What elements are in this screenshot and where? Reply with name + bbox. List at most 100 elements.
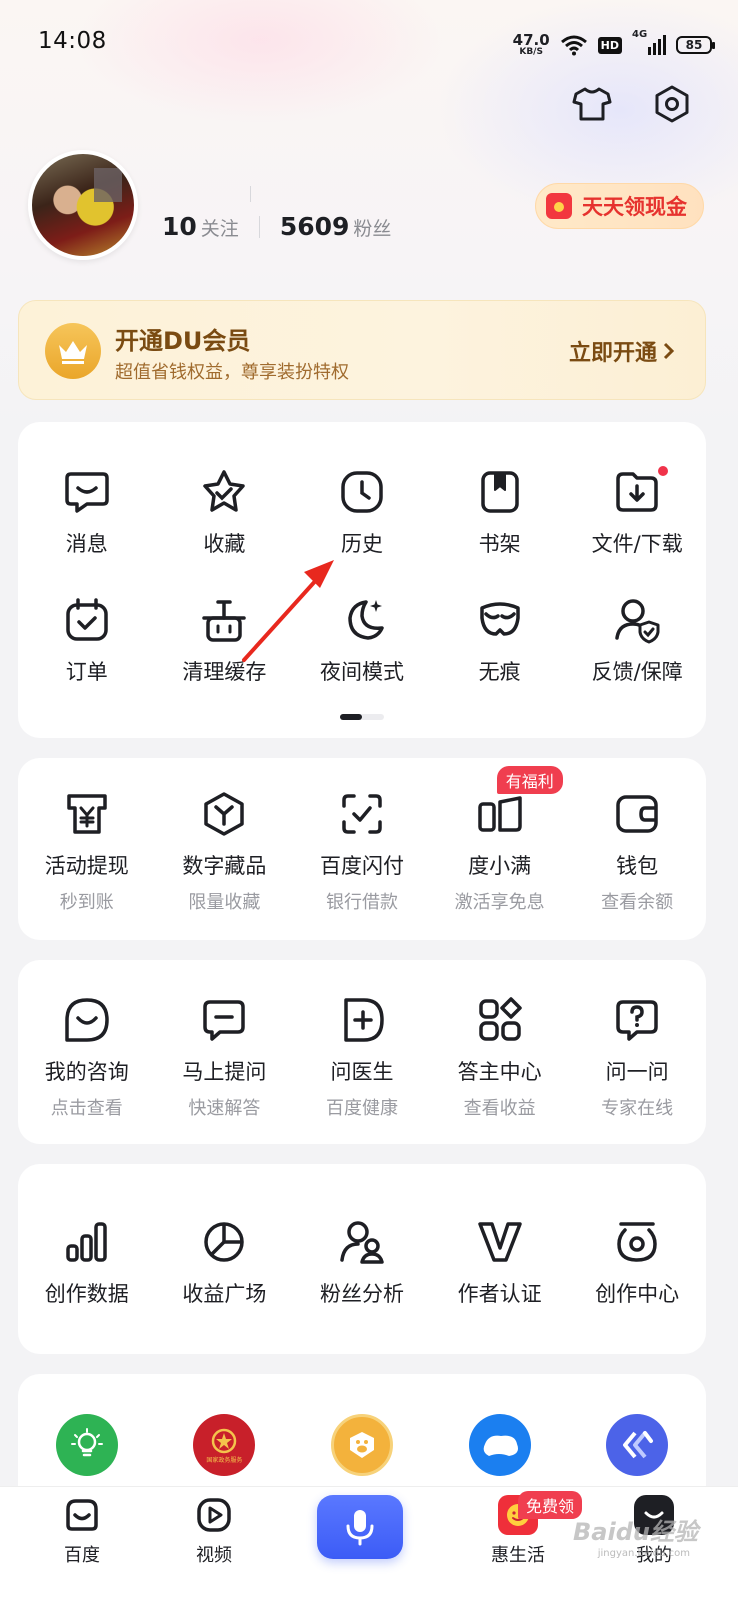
finance-sub: 秒到账 (59, 892, 114, 913)
clock-icon (336, 466, 388, 518)
cloud-logo-icon (468, 1414, 531, 1476)
tool-files-download[interactable]: 文件/下载 (568, 466, 706, 558)
stat-divider (258, 215, 260, 238)
tool-label: 收藏 (203, 532, 246, 556)
finance-digital-collection[interactable]: 数字藏品 限量收藏 (156, 788, 294, 914)
tool-label: 无痕 (478, 660, 521, 684)
chat-smile-icon (61, 994, 113, 1046)
consult-answerer-center[interactable]: 答主中心 查看收益 (431, 994, 569, 1120)
finance-label: 活动提现 (44, 854, 129, 878)
tools-row-2: 订单 清理缓存 夜间模式 无痕 反馈/保障 (18, 594, 706, 686)
creator-fan-analysis[interactable]: 粉丝分析 (293, 1216, 431, 1308)
gov-logo-text: 国家政务服务 (206, 1456, 243, 1464)
wallet-icon (611, 788, 663, 840)
chevron-right-icon (663, 342, 675, 360)
tool-feedback-protection[interactable]: 反馈/保障 (568, 594, 706, 686)
finance-card: 活动提现 秒到账 数字藏品 限量收藏 百度闪付 银行借款 有福利 度小满 激活享… (18, 758, 706, 940)
name-divider (250, 186, 251, 202)
finance-label: 钱包 (616, 854, 659, 878)
apps-row: 国家政务服务 (18, 1414, 706, 1476)
dxm-icon (474, 788, 526, 840)
yuan-ticket-icon (61, 788, 113, 840)
tool-messages[interactable]: 消息 (18, 466, 156, 558)
tool-label: 订单 (65, 660, 108, 684)
consult-sub: 专家在线 (601, 1098, 674, 1119)
finance-cashout[interactable]: 活动提现 秒到账 (18, 788, 156, 914)
notification-dot (657, 466, 668, 476)
tool-favorites[interactable]: 收藏 (156, 466, 294, 558)
app-green-bulb[interactable] (18, 1414, 156, 1476)
tool-clear-cache[interactable]: 清理缓存 (156, 594, 294, 686)
national-emblem-logo-icon: 国家政务服务 (193, 1414, 256, 1476)
vip-subtitle: 超值省钱权益，尊享装扮特权 (115, 362, 349, 383)
finance-sub: 查看余额 (601, 892, 674, 913)
wifi-icon (560, 35, 587, 56)
consult-label: 马上提问 (182, 1060, 267, 1084)
tool-bookshelf[interactable]: 书架 (431, 466, 569, 558)
hexagon-y-icon (198, 788, 250, 840)
consult-card: 我的咨询 点击查看 马上提问 快速解答 问医生 百度健康 答主中心 查看收益 问… (18, 960, 706, 1144)
net-speed: 47.0 KB/S (513, 33, 550, 57)
signal-icon: 4G (632, 29, 666, 55)
app-blue-arrows[interactable] (568, 1414, 706, 1476)
settings-gear-icon[interactable] (650, 82, 694, 126)
vip-open-button[interactable]: 立即开通 (569, 335, 675, 367)
daily-cash-label: 天天领现金 (582, 195, 687, 219)
pie-chart-icon (198, 1216, 250, 1268)
net-speed-value: 47.0 (512, 31, 550, 49)
tool-history[interactable]: 历史 (293, 466, 431, 558)
consult-doctor[interactable]: 问医生 百度健康 (293, 994, 431, 1120)
tool-night-mode[interactable]: 夜间模式 (293, 594, 431, 686)
consult-label: 我的咨询 (44, 1060, 129, 1084)
consult-ask[interactable]: 马上提问 快速解答 (156, 994, 294, 1120)
page-indicator (340, 714, 384, 720)
consult-ask-expert[interactable]: 问一问 专家在线 (568, 994, 706, 1120)
welfare-badge: 有福利 (496, 766, 563, 794)
creator-data[interactable]: 创作数据 (18, 1216, 156, 1308)
finance-duxiaoman[interactable]: 有福利 度小满 激活享免息 (431, 766, 569, 914)
red-envelope-icon (546, 193, 572, 219)
user-shield-icon (611, 594, 663, 646)
vip-banner[interactable]: 开通DU会员 超值省钱权益，尊享装扮特权 立即开通 (18, 300, 706, 400)
avatar[interactable] (28, 150, 138, 260)
consult-label: 问医生 (330, 1060, 394, 1084)
users-icon (336, 1216, 388, 1268)
message-icon (61, 466, 113, 518)
follow-count: 10 (162, 212, 197, 241)
broom-box-icon (198, 594, 250, 646)
creator-author-verify[interactable]: 作者认证 (431, 1216, 569, 1308)
finance-label: 数字藏品 (182, 854, 267, 878)
finance-flash-pay[interactable]: 百度闪付 银行借款 (293, 788, 431, 914)
book-icon (474, 466, 526, 518)
nav-video[interactable]: 视频 (164, 1495, 264, 1567)
tool-incognito[interactable]: 无痕 (431, 594, 569, 686)
daily-cash-button[interactable]: 天天领现金 (535, 183, 704, 229)
voice-search-button[interactable] (317, 1495, 403, 1559)
skin-shirt-icon[interactable] (570, 82, 614, 126)
app-gov-service[interactable]: 国家政务服务 (156, 1414, 294, 1476)
fans-label: 粉丝 (353, 218, 392, 240)
follow-label: 关注 (200, 218, 239, 240)
creator-label: 收益广场 (182, 1282, 267, 1306)
app-blue-cloud[interactable] (431, 1414, 569, 1476)
finance-wallet[interactable]: 钱包 查看余额 (568, 788, 706, 914)
finance-sub: 限量收藏 (188, 892, 261, 913)
follow-stat[interactable]: 10 关注 (162, 212, 239, 241)
app-baidu-badge[interactable] (293, 1414, 431, 1476)
tool-label: 书架 (478, 532, 521, 556)
profile-stats: 10 关注 5609 粉丝 (162, 212, 391, 241)
nav-video-label: 视频 (196, 1545, 232, 1566)
consult-sub: 百度健康 (325, 1098, 398, 1119)
fans-stat[interactable]: 5609 粉丝 (280, 212, 392, 241)
nav-home[interactable]: 百度 (32, 1495, 132, 1567)
crown-icon (45, 323, 101, 379)
star-icon (198, 466, 250, 518)
tool-orders[interactable]: 订单 (18, 594, 156, 686)
paw-badge-logo-icon (330, 1414, 393, 1476)
consult-my[interactable]: 我的咨询 点击查看 (18, 994, 156, 1120)
creator-income-square[interactable]: 收益广场 (156, 1216, 294, 1308)
bar-chart-icon (61, 1216, 113, 1268)
creator-row: 创作数据 收益广场 粉丝分析 作者认证 创作中心 (18, 1216, 706, 1308)
tool-label: 反馈/保障 (591, 660, 683, 684)
creator-center[interactable]: 创作中心 (568, 1216, 706, 1308)
